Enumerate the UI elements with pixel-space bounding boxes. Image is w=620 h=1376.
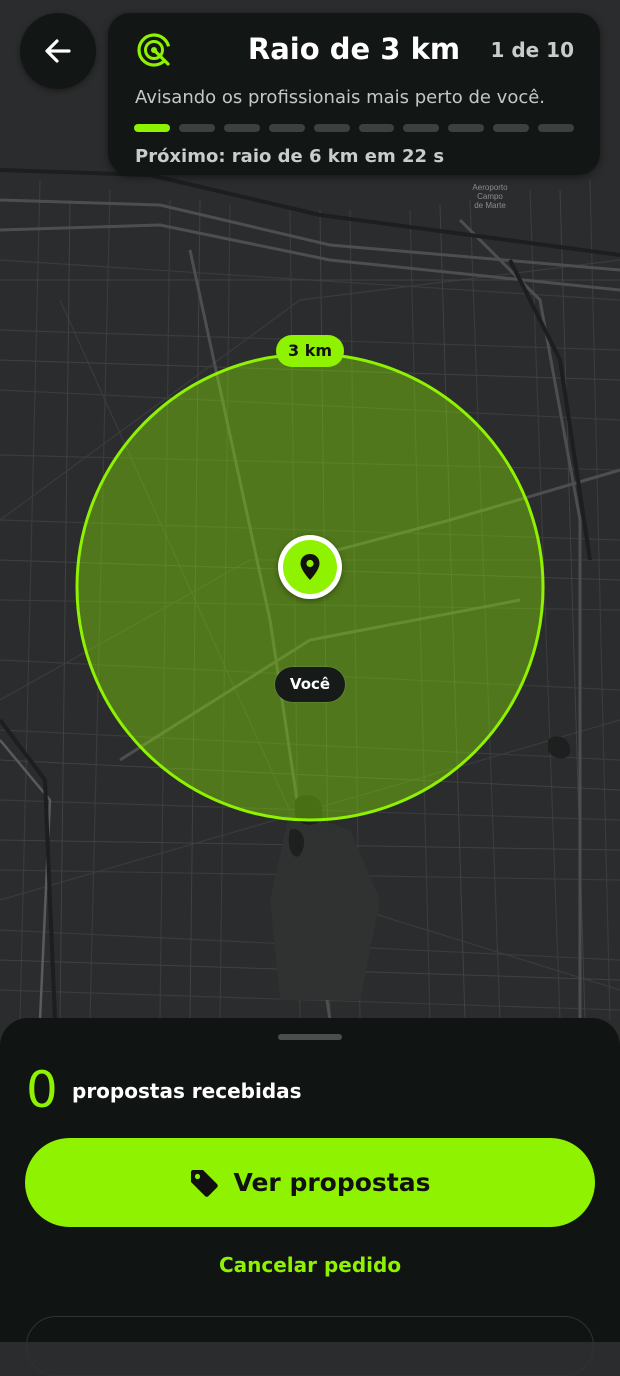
progress-segment	[403, 124, 440, 132]
search-status-card: Raio de 3 km 1 de 10 Avisando os profiss…	[108, 13, 600, 175]
progress-segment	[313, 124, 350, 132]
poi-label-line-2: Campo	[477, 192, 503, 201]
progress-segment	[178, 124, 215, 132]
progress-segment	[268, 124, 305, 132]
user-label: Você	[275, 667, 345, 702]
sheet-handle[interactable]	[278, 1034, 342, 1040]
progress-bar	[134, 124, 575, 132]
user-location-pin[interactable]	[278, 535, 342, 599]
back-button[interactable]	[20, 13, 96, 89]
location-pin-icon	[300, 554, 320, 580]
secondary-card-outline[interactable]	[26, 1316, 594, 1376]
tag-icon	[191, 1169, 219, 1197]
proposals-label: propostas recebidas	[72, 1079, 302, 1103]
poi-label-line-1: Aeroporto	[472, 183, 508, 192]
progress-segment	[223, 124, 260, 132]
progress-segment	[134, 124, 170, 132]
progress-segment	[448, 124, 485, 132]
progress-segment	[358, 124, 395, 132]
status-subtitle: Avisando os profissionais mais perto de …	[135, 87, 546, 108]
proposals-count: 0	[26, 1061, 58, 1119]
cancel-request-link[interactable]: Cancelar pedido	[0, 1250, 620, 1280]
bottom-sheet: 0 propostas recebidas Ver propostas Canc…	[0, 1018, 620, 1376]
progress-segment	[538, 124, 575, 132]
radius-label: 3 km	[276, 335, 344, 367]
view-proposals-label: Ver propostas	[233, 1168, 431, 1197]
progress-segment	[493, 124, 530, 132]
step-counter: 1 de 10	[490, 38, 574, 62]
view-proposals-button[interactable]: Ver propostas	[25, 1138, 595, 1227]
next-radius-text: Próximo: raio de 6 km em 22 s	[135, 146, 445, 167]
poi-label-line-3: de Marte	[474, 201, 506, 210]
arrow-left-icon	[45, 39, 71, 63]
